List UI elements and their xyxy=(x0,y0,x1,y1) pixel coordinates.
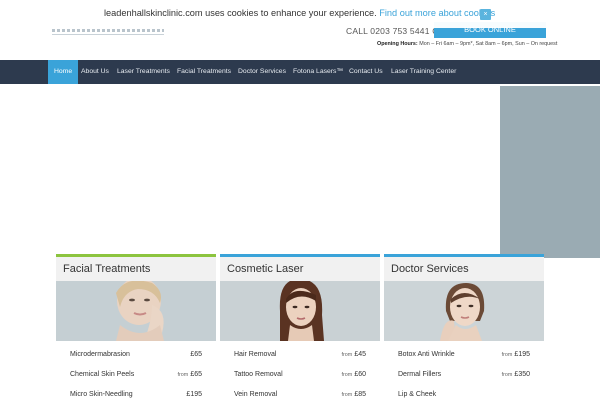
nav-laser-treatments[interactable]: Laser Treatments xyxy=(111,60,176,84)
price-prefix: from xyxy=(177,372,189,378)
price-value: £85 xyxy=(354,391,366,398)
nav-laser-training-center[interactable]: Laser Training Center xyxy=(385,60,462,84)
price-prefix: from xyxy=(501,372,513,378)
price-value: £195 xyxy=(514,351,530,358)
list-item[interactable]: Micro Skin-Needling £195 xyxy=(70,391,210,400)
opening-hours-label: Opening Hours: xyxy=(377,41,418,47)
nav-fotona-lasers[interactable]: Fotona Lasers™ xyxy=(287,60,349,84)
cookie-text: leadenhallskinclinic.com uses cookies to… xyxy=(104,8,377,18)
cookie-more-link[interactable]: Find out more about cookies xyxy=(379,8,495,18)
card-title[interactable]: Cosmetic Laser xyxy=(220,257,380,281)
treatment-name: Lip & Cheek xyxy=(398,391,437,398)
price-prefix: from xyxy=(341,352,353,358)
cookie-close-button[interactable]: × xyxy=(480,9,491,20)
list-item[interactable]: Dermal Fillers from £350 xyxy=(398,371,538,391)
woman-touching-face-illustration xyxy=(384,281,544,341)
price-value: £350 xyxy=(514,371,530,378)
card-title[interactable]: Doctor Services xyxy=(384,257,544,281)
nav-about-us[interactable]: About Us xyxy=(75,60,115,84)
treatment-price: from £195 xyxy=(502,351,530,358)
cookie-banner: leadenhallskinclinic.com uses cookies to… xyxy=(0,0,600,28)
price-prefix: from xyxy=(341,392,353,398)
card-facial-treatments[interactable]: Facial Treatments Microdermabrasion £65 … xyxy=(56,254,216,400)
treatment-price: from £65 xyxy=(178,371,202,378)
opening-hours-value: Mon – Fri 6am – 9pm*, Sat 8am – 6pm, Sun… xyxy=(419,41,558,47)
list-item[interactable]: Botox Anti Wrinkle from £195 xyxy=(398,351,538,371)
list-item[interactable]: Hair Removal from £45 xyxy=(234,351,374,371)
hero-slider-panel[interactable] xyxy=(500,86,600,258)
price-list: Microdermabrasion £65 Chemical Skin Peel… xyxy=(56,341,216,400)
list-item[interactable]: Lip & Cheek xyxy=(398,391,538,400)
woman-brunette-illustration xyxy=(220,281,380,341)
price-prefix: from xyxy=(341,372,353,378)
price-value: £45 xyxy=(354,351,366,358)
treatment-price: £65 xyxy=(188,351,202,358)
treatment-name: Chemical Skin Peels xyxy=(70,371,135,378)
card-image-doctor xyxy=(384,281,544,341)
list-item[interactable]: Tattoo Removal from £60 xyxy=(234,371,374,391)
price-value: £60 xyxy=(354,371,366,378)
treatment-price: from £45 xyxy=(342,351,366,358)
treatment-name: Vein Removal xyxy=(234,391,278,398)
treatment-price: from £85 xyxy=(342,391,366,398)
list-item[interactable]: Chemical Skin Peels from £65 xyxy=(70,371,210,391)
card-image-laser xyxy=(220,281,380,341)
woman-face-illustration xyxy=(56,281,216,341)
main-nav: Home About Us Laser Treatments Facial Tr… xyxy=(0,60,600,84)
treatment-name: Microdermabrasion xyxy=(70,351,130,358)
card-doctor-services[interactable]: Doctor Services Botox Anti Wrinkle from £… xyxy=(384,254,544,400)
treatment-price: £195 xyxy=(184,391,202,398)
treatment-name: Hair Removal xyxy=(234,351,277,358)
treatment-price xyxy=(528,391,530,398)
nav-doctor-services[interactable]: Doctor Services xyxy=(232,60,292,84)
price-value: £65 xyxy=(190,351,202,358)
list-item[interactable]: Vein Removal from £85 xyxy=(234,391,374,400)
card-cosmetic-laser[interactable]: Cosmetic Laser Hair Removal from £45 Tatt… xyxy=(220,254,380,400)
card-title[interactable]: Facial Treatments xyxy=(56,257,216,281)
price-value: £195 xyxy=(186,391,202,398)
nav-home[interactable]: Home xyxy=(48,60,79,84)
card-image-facial xyxy=(56,281,216,341)
treatment-name: Tattoo Removal xyxy=(234,371,283,378)
treatment-name: Dermal Fillers xyxy=(398,371,442,378)
treatment-price: from £350 xyxy=(502,371,530,378)
treatment-name: Botox Anti Wrinkle xyxy=(398,351,455,358)
cookie-message: leadenhallskinclinic.com uses cookies to… xyxy=(104,8,495,18)
nav-facial-treatments[interactable]: Facial Treatments xyxy=(171,60,237,84)
nav-contact-us[interactable]: Contact Us xyxy=(343,60,389,84)
treatment-price: from £60 xyxy=(342,371,366,378)
list-item[interactable]: Microdermabrasion £65 xyxy=(70,351,210,371)
opening-hours: Opening Hours: Mon – Fri 6am – 9pm*, Sat… xyxy=(377,41,557,47)
clinic-logo[interactable] xyxy=(52,27,164,35)
price-prefix: from xyxy=(501,352,513,358)
price-value: £65 xyxy=(190,371,202,378)
treatment-name: Micro Skin-Needling xyxy=(70,391,133,398)
price-list: Botox Anti Wrinkle from £195 Dermal Fille… xyxy=(384,341,544,400)
price-list: Hair Removal from £45 Tattoo Removal from… xyxy=(220,341,380,400)
